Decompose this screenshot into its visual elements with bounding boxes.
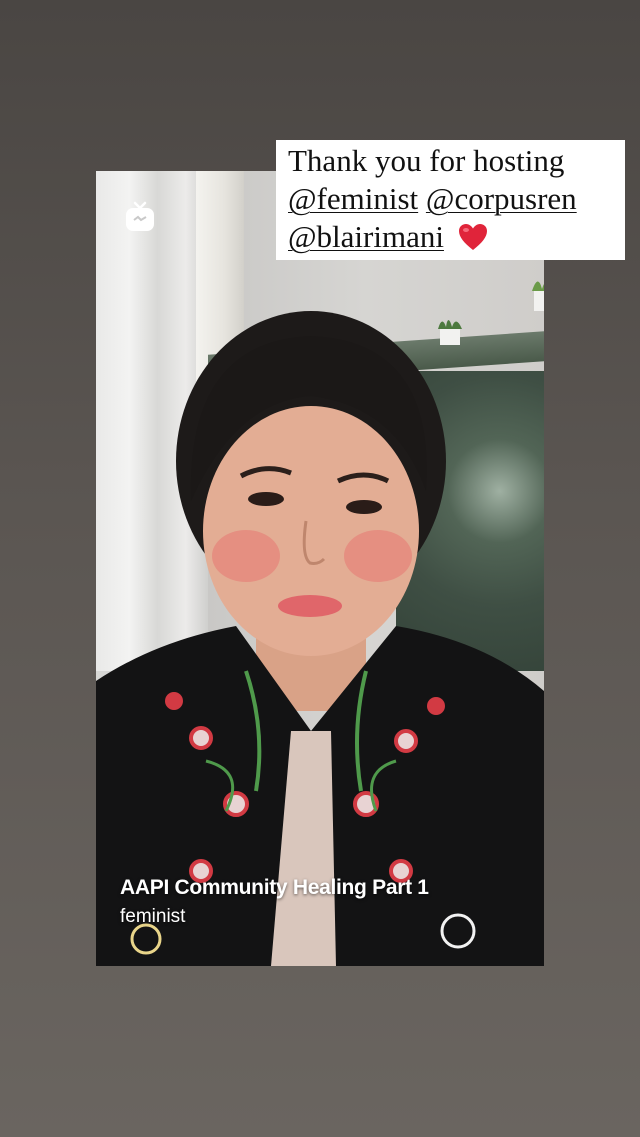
- story-canvas: AAPI Community Healing Part 1 feminist T…: [0, 0, 640, 1137]
- mention-blairimani[interactable]: @blairimani: [288, 219, 444, 254]
- sticker-line: @feminist @corpusren: [288, 180, 615, 218]
- mention-feminist[interactable]: @feminist: [288, 181, 418, 216]
- mention-corpusren[interactable]: @corpusren: [426, 181, 577, 216]
- sticker-line: Thank you for hosting: [288, 143, 565, 178]
- video-title: AAPI Community Healing Part 1: [120, 876, 429, 899]
- sticker-line: @blairimani: [288, 218, 615, 256]
- post-caption: AAPI Community Healing Part 1 feminist: [120, 876, 528, 928]
- speaker-portrait: [96, 311, 544, 966]
- embedded-video-post[interactable]: AAPI Community Healing Part 1 feminist: [96, 171, 544, 966]
- post-username[interactable]: feminist: [120, 906, 528, 928]
- text-sticker[interactable]: Thank you for hosting @feminist @corpusr…: [276, 140, 625, 260]
- igtv-icon: [126, 201, 154, 231]
- red-heart-icon: [458, 223, 487, 250]
